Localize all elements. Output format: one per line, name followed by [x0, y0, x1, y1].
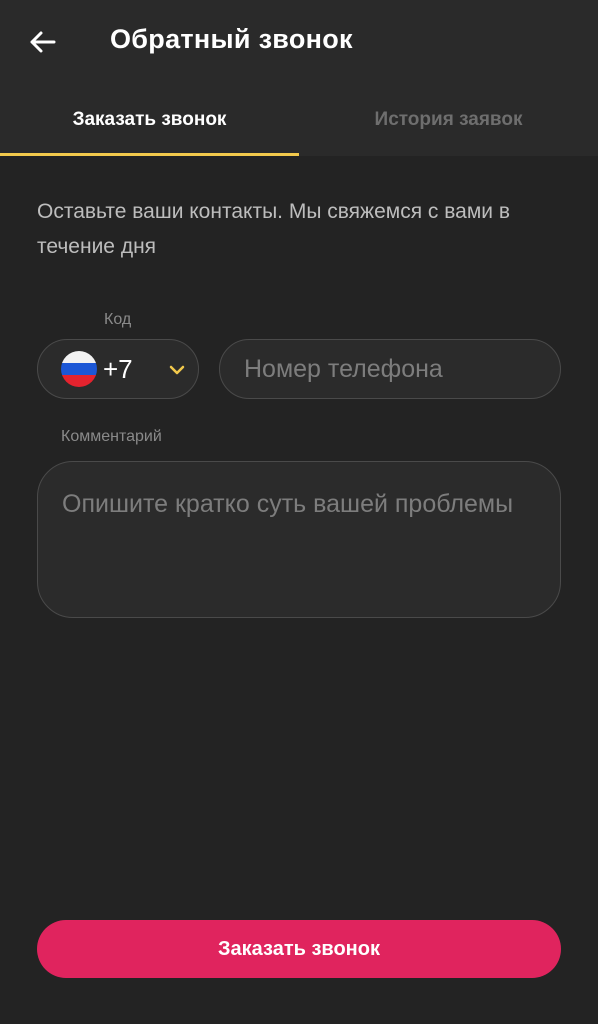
tab-bar: Заказать звонок История заявок [0, 84, 598, 156]
phone-number-input[interactable] [219, 339, 561, 399]
comment-textarea[interactable] [37, 461, 561, 618]
page-title: Обратный звонок [110, 24, 353, 54]
country-code-value: +7 [103, 354, 133, 384]
country-code-select[interactable]: +7 [37, 339, 199, 399]
top-app-bar: Обратный звонок [0, 0, 598, 84]
chevron-down-icon [169, 365, 185, 375]
order-call-button[interactable]: Заказать звонок [37, 920, 561, 978]
active-tab-indicator [0, 153, 299, 156]
russia-flag-icon [61, 351, 97, 387]
tab-request-history[interactable]: История заявок [299, 84, 598, 156]
arrow-left-icon [30, 31, 56, 53]
comment-label: Комментарий [61, 428, 162, 445]
tab-order-call[interactable]: Заказать звонок [0, 84, 299, 156]
intro-text: Оставьте ваши контакты. Мы свяжемся с ва… [37, 200, 511, 258]
code-label: Код [104, 311, 132, 328]
back-button[interactable] [22, 22, 62, 62]
